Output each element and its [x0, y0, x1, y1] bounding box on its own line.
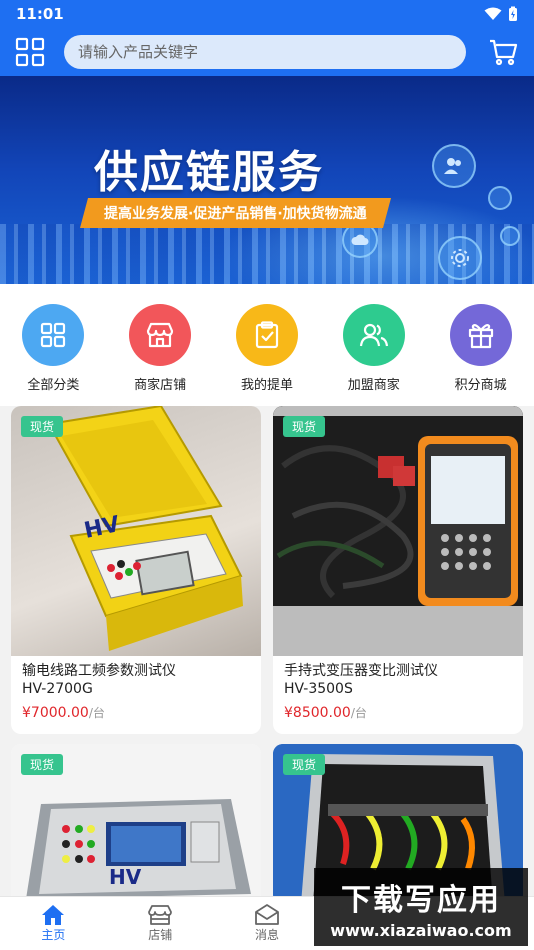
product-image: HV 现货 [11, 406, 261, 656]
watermark-url: www.xiazaiwao.com [330, 920, 512, 940]
mail-icon [255, 904, 279, 925]
battery-icon [509, 6, 517, 21]
product-model: HV-3500S [284, 681, 353, 697]
product-grid: HV 现货 输电线路工频参数测试仪 HV-2700G ¥7000.00/台 现货… [0, 406, 534, 904]
product-price-row: ¥8500.00/台 [284, 704, 512, 721]
status-icons [484, 6, 518, 22]
product-info: 输电线路工频参数测试仪 HV-2700G ¥7000.00/台 [11, 656, 261, 731]
status-time: 11:01 [16, 4, 64, 23]
quick-label: 我的提单 [240, 378, 293, 393]
promo-banner[interactable]: 供应链服务 提高业务发展·促进产品销售·加快货物流通 [0, 76, 534, 284]
product-title: 输电线路工频参数测试仪 [22, 663, 176, 679]
grid-icon [15, 37, 45, 66]
product-info: 手持式变压器变比测试仪 HV-3500S ¥8500.00/台 [273, 656, 523, 731]
wifi-icon [484, 7, 502, 20]
tab-home[interactable]: 主页 [0, 897, 107, 950]
watermark-title: 下载写应用 [341, 882, 501, 918]
svg-text:HV: HV [109, 865, 142, 889]
product-card[interactable]: HV 现货 输电线路工频参数测试仪 HV-2700G ¥7000.00/台 [11, 406, 261, 734]
product-image: HV 现货 [11, 744, 261, 904]
quick-item-stores[interactable]: 商家店铺 [115, 304, 205, 406]
product-price: ¥7000.00 [22, 705, 89, 721]
top-header: 请输入产品关键字 [0, 27, 534, 76]
store-icon [147, 322, 174, 348]
cart-icon [490, 39, 518, 65]
search-input[interactable]: 请输入产品关键字 [64, 34, 466, 69]
cart-button[interactable] [486, 35, 520, 69]
product-image: 现货 [273, 406, 523, 656]
quick-label: 商家店铺 [134, 378, 187, 393]
home-icon [42, 905, 65, 925]
product-title: 手持式变压器变比测试仪 [284, 663, 438, 679]
banner-people-icon [432, 144, 476, 188]
product-model: HV-2700G [22, 681, 93, 697]
status-bar: 11:01 [0, 0, 534, 27]
product-price: ¥8500.00 [284, 705, 351, 721]
quick-menu: 全部分类 商家店铺 我的提单 加盟商家 积分商城 [0, 284, 534, 406]
tab-label: 店铺 [148, 928, 173, 942]
watermark-overlay: 下载写应用 www.xiazaiwao.com [314, 868, 528, 946]
gift-icon [468, 324, 493, 349]
banner-subtitle-text: 提高业务发展·促进产品销售·加快货物流通 [104, 206, 367, 222]
quick-label: 全部分类 [27, 378, 80, 393]
quick-item-points-mall[interactable]: 积分商城 [436, 304, 526, 406]
product-tag: 现货 [21, 416, 64, 437]
grid-icon [41, 322, 66, 348]
quick-circle [22, 304, 85, 366]
tab-store[interactable]: 店铺 [107, 897, 214, 950]
product-card[interactable]: HV 现货 [11, 744, 261, 904]
banner-node-icon [488, 186, 512, 210]
product-tag: 现货 [283, 754, 326, 775]
quick-circle [342, 304, 405, 366]
product-tag: 现货 [21, 754, 64, 775]
clipboard-check-icon [255, 321, 279, 349]
quick-circle [449, 304, 512, 366]
search-placeholder: 请输入产品关键字 [78, 43, 199, 61]
quick-item-join-merchant[interactable]: 加盟商家 [329, 304, 419, 406]
product-price-row: ¥7000.00/台 [22, 704, 250, 721]
product-unit: /台 [88, 706, 105, 720]
banner-settings-icon [438, 236, 482, 280]
quick-item-all-categories[interactable]: 全部分类 [8, 304, 98, 406]
banner-subtitle: 提高业务发展·促进产品销售·加快货物流通 [79, 198, 391, 228]
quick-label: 积分商城 [454, 378, 507, 393]
quick-item-my-orders[interactable]: 我的提单 [222, 304, 312, 406]
product-unit: /台 [350, 706, 367, 720]
tab-label: 主页 [41, 928, 66, 942]
tab-messages[interactable]: 消息 [214, 897, 321, 950]
category-grid-button[interactable] [12, 34, 48, 70]
product-card[interactable]: 现货 手持式变压器变比测试仪 HV-3500S ¥8500.00/台 [273, 406, 523, 734]
tab-label: 消息 [254, 928, 279, 942]
store-icon [148, 905, 173, 925]
banner-title: 供应链服务 [94, 147, 324, 198]
quick-label: 加盟商家 [347, 378, 400, 393]
people-icon [359, 323, 388, 347]
banner-node-icon [500, 226, 520, 246]
quick-circle [129, 304, 192, 366]
quick-circle [235, 304, 298, 366]
product-tag: 现货 [283, 416, 326, 437]
